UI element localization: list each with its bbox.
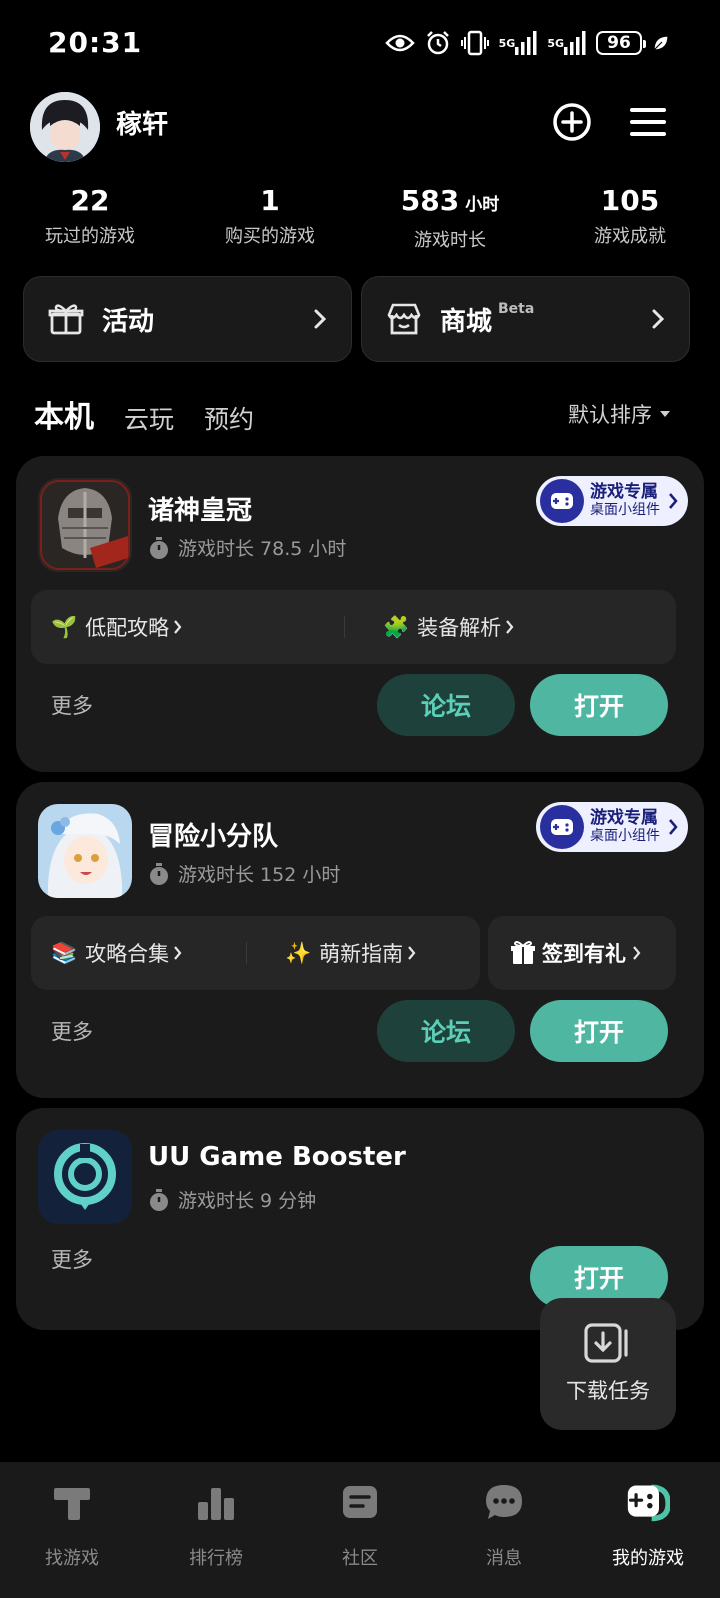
chevron-right-icon [408,946,416,960]
game-card[interactable]: 诸神皇冠 游戏时长 78.5 小时 游戏专属 桌面小组件 🌱 低配攻略 🧩 装备解析… [16,456,704,772]
stat-played[interactable]: 22 玩过的游戏 [0,184,180,252]
open-button[interactable]: 打开 [530,1000,668,1062]
find-game-icon [50,1480,94,1524]
desktop-widget-badge[interactable]: 游戏专属 桌面小组件 [536,802,688,852]
username[interactable]: 稼轩 [116,104,168,141]
game-title: 冒险小分队 [148,822,279,852]
stopwatch-icon [150,1188,168,1211]
alarm-icon [425,28,451,58]
widget-badge-subtitle: 桌面小组件 [590,828,660,844]
desktop-widget-badge[interactable]: 游戏专属 桌面小组件 [536,476,688,526]
beta-badge: Beta [498,301,535,317]
game-playtime: 游戏时长 9 分钟 [148,1186,316,1213]
more-button[interactable]: 更多 [51,690,93,720]
status-icons: 5G 5G 96 [384,28,670,58]
chevron-right-icon [314,309,327,329]
plus-circle-icon [553,103,591,141]
gamepad-icon [540,479,584,523]
open-button[interactable]: 打开 [530,674,668,736]
widget-badge-title: 游戏专属 [590,482,658,502]
nav-find-games[interactable]: 找游戏 [0,1462,144,1598]
game-icon[interactable] [38,1130,132,1224]
stats-row: 22 玩过的游戏 1 购买的游戏 583 小时 游戏时长 105 游戏成就 [0,184,720,252]
chevron-right-icon [633,946,641,960]
widget-badge-title: 游戏专属 [590,808,658,828]
tab-local[interactable]: 本机 [31,392,97,436]
chevron-right-icon [174,946,182,960]
download-icon [584,1323,628,1363]
sort-label: 默认排序 [568,403,652,427]
stopwatch-icon [150,862,168,885]
my-games-icon [626,1480,670,1524]
stopwatch-icon [150,536,168,559]
leaf-icon [652,28,670,58]
chevron-right-icon [506,620,514,634]
guide-links: 📚 攻略合集 ✨ 萌新指南 [31,916,480,990]
nav-leaderboard[interactable]: 排行榜 [144,1462,288,1598]
game-card[interactable]: 冒险小分队 游戏时长 152 小时 游戏专属 桌面小组件 📚 攻略合集 ✨ 萌新指南… [16,782,704,1098]
sort-dropdown[interactable]: 默认排序 [568,399,670,429]
store-label: 商城 [440,306,493,337]
game-icon[interactable] [38,478,132,572]
signal-icon-2: 5G [547,28,586,58]
activity-label: 活动 [102,306,155,337]
gift-icon [511,941,535,964]
game-card[interactable]: UU Game Booster 游戏时长 9 分钟 更多 打开 [16,1108,704,1330]
chevron-right-icon [652,309,665,329]
status-bar: 20:31 5G 5G 96 [0,0,720,88]
signal-icon-1: 5G [499,28,538,58]
gamepad-icon [540,805,584,849]
battery-indicator: 96 [596,31,646,55]
hamburger-icon [630,108,666,136]
stat-playtime[interactable]: 583 小时 游戏时长 [360,184,540,252]
stat-purchased[interactable]: 1 购买的游戏 [180,184,360,252]
tab-bar: 本机 云玩 预约 [31,392,254,436]
sign-in-gift-label: 签到有礼 [542,942,626,966]
widget-badge-subtitle: 桌面小组件 [590,502,660,518]
chevron-right-icon [669,819,678,835]
tab-cloud[interactable]: 云玩 [124,400,174,436]
menu-button[interactable] [624,98,672,146]
store-icon [387,303,421,335]
chevron-right-icon [669,493,678,509]
game-playtime: 游戏时长 78.5 小时 [148,534,346,561]
guide-link-newbie[interactable]: ✨ 萌新指南 [247,938,480,968]
stat-achievements[interactable]: 105 游戏成就 [540,184,720,252]
nav-my-games[interactable]: 我的游戏 [576,1462,720,1598]
game-title: 诸神皇冠 [148,496,253,526]
caret-down-icon [660,411,670,417]
more-button[interactable]: 更多 [51,1244,93,1274]
more-button[interactable]: 更多 [51,1016,93,1046]
nav-messages[interactable]: 消息 [432,1462,576,1598]
guide-link-low-spec[interactable]: 🌱 低配攻略 [31,612,344,642]
forum-button[interactable]: 论坛 [377,674,515,736]
message-icon [482,1480,526,1524]
game-title: UU Game Booster [148,1142,406,1172]
forum-button[interactable]: 论坛 [377,1000,515,1062]
eye-icon [384,28,415,58]
chevron-right-icon [174,620,182,634]
gift-icon [48,304,84,335]
guide-links: 🌱 低配攻略 🧩 装备解析 [31,590,676,664]
nav-community[interactable]: 社区 [288,1462,432,1598]
add-button[interactable] [548,98,596,146]
sign-in-gift-button[interactable]: 签到有礼 [488,916,676,990]
vibrate-icon [460,28,489,58]
download-tasks-button[interactable]: 下载任务 [540,1298,676,1430]
status-time: 20:31 [48,26,143,59]
activity-card[interactable]: 活动 [23,276,352,362]
download-tasks-label: 下载任务 [566,1379,650,1403]
leaderboard-icon [194,1480,238,1524]
store-card[interactable]: 商城 Beta [361,276,690,362]
guide-link-collection[interactable]: 📚 攻略合集 [31,938,246,968]
bottom-nav: 找游戏 排行榜 社区 消息 我的游戏 [0,1462,720,1598]
community-icon [338,1480,382,1524]
guide-link-equipment[interactable]: 🧩 装备解析 [345,612,676,642]
game-playtime: 游戏时长 152 小时 [148,860,340,887]
avatar[interactable] [30,92,100,162]
tab-reserve[interactable]: 预约 [204,400,254,436]
game-icon[interactable] [38,804,132,898]
